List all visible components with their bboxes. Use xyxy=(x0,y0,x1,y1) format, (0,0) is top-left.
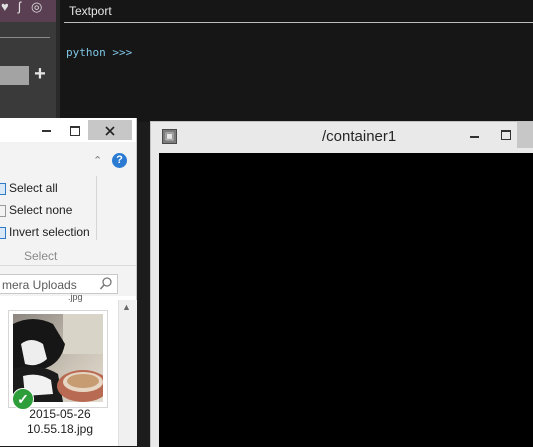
maximize-button[interactable] xyxy=(62,120,88,140)
file-explorer-window: ⌃ ? Select all Select none Invert select… xyxy=(0,118,137,446)
td-side-panel: ♥ ʃ ◎ + xyxy=(0,0,56,122)
invert-selection-button[interactable]: Invert selection xyxy=(0,222,90,242)
file-name-label[interactable]: 2015-05-26 10.55.18.jpg xyxy=(10,407,110,437)
window-app-icon[interactable]: ▣ xyxy=(162,129,177,144)
search-icon[interactable] xyxy=(99,276,113,292)
explorer-titlebar[interactable] xyxy=(0,118,136,142)
tab-textport[interactable]: Textport xyxy=(64,3,117,20)
close-button[interactable] xyxy=(517,122,533,148)
textport-pane[interactable]: Textport python >>> xyxy=(60,0,533,122)
maximize-icon xyxy=(70,125,80,136)
maximize-button[interactable] xyxy=(496,125,516,145)
divider xyxy=(0,37,50,38)
ribbon-group-label: Select xyxy=(24,249,58,263)
minimize-button[interactable] xyxy=(33,120,59,140)
ribbon: ⌃ ? Select all Select none Invert select… xyxy=(0,142,136,266)
select-all-icon xyxy=(0,182,6,195)
minimize-icon xyxy=(41,129,51,132)
minimize-button[interactable] xyxy=(468,132,480,142)
minimize-icon xyxy=(470,136,479,138)
invert-selection-label: Invert selection xyxy=(9,225,90,239)
search-placeholder: mera Uploads xyxy=(2,278,77,292)
close-button[interactable] xyxy=(88,120,132,140)
select-none-button[interactable]: Select none xyxy=(0,200,72,220)
ribbon-separator xyxy=(96,176,97,240)
container-window: ▣ /container1 xyxy=(150,121,533,447)
add-icon[interactable]: + xyxy=(31,63,49,85)
select-none-icon xyxy=(0,204,6,217)
target-icon[interactable]: ◎ xyxy=(31,0,42,14)
maximize-icon xyxy=(501,129,511,140)
viewer-canvas[interactable] xyxy=(159,153,533,447)
help-icon[interactable]: ? xyxy=(112,153,127,168)
parameter-field[interactable] xyxy=(0,66,29,85)
tab-underline xyxy=(64,22,533,23)
search-input[interactable]: mera Uploads xyxy=(0,274,118,294)
scrollbar[interactable]: ▲ xyxy=(118,300,137,446)
select-all-button[interactable]: Select all xyxy=(0,178,58,198)
heart-icon[interactable]: ♥ xyxy=(1,0,9,14)
close-icon xyxy=(105,126,115,136)
python-prompt[interactable]: python >>> xyxy=(66,46,132,59)
td-side-toolbar: ♥ ʃ ◎ xyxy=(0,0,56,22)
select-all-label: Select all xyxy=(9,181,58,195)
select-none-label: Select none xyxy=(9,203,73,217)
chevron-up-icon[interactable]: ⌃ xyxy=(93,154,102,167)
pipe-icon[interactable]: ʃ xyxy=(18,0,21,14)
partial-file-label: .jpg xyxy=(68,292,83,302)
window-title: /container1 xyxy=(322,128,397,145)
invert-selection-icon xyxy=(0,226,6,239)
scroll-up-icon[interactable]: ▲ xyxy=(122,302,131,312)
